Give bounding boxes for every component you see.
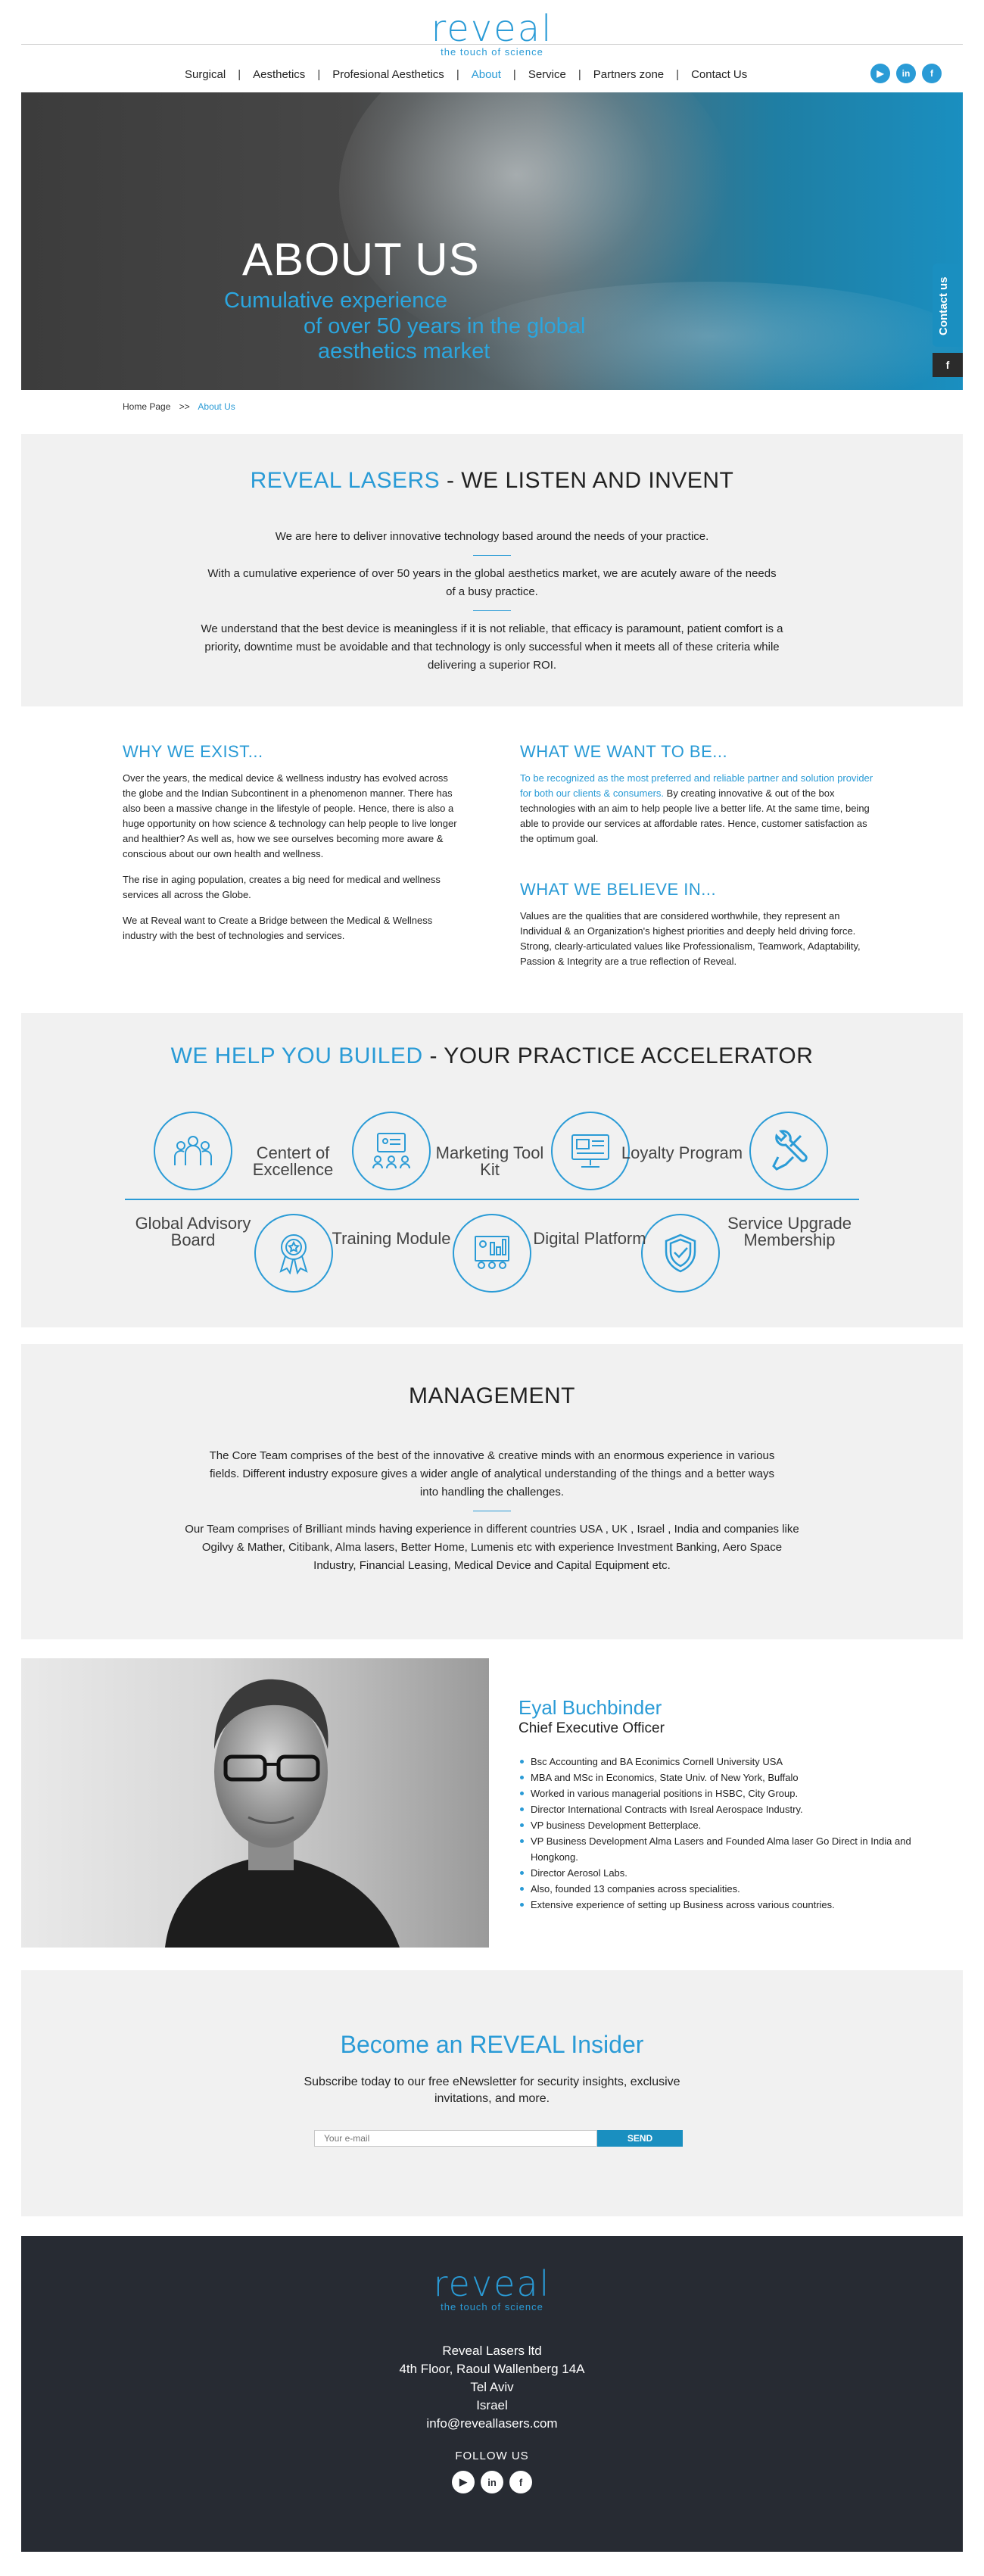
- linkedin-icon[interactable]: in: [896, 64, 916, 83]
- ceo-bio-item: VP business Development Betterplace.: [518, 1817, 912, 1833]
- hero-banner: ABOUT US Cumulative experience of over 5…: [21, 92, 963, 390]
- nav-contact-us[interactable]: Contact Us: [679, 68, 759, 81]
- ceo-bio-item: Director International Contracts with Is…: [518, 1801, 912, 1817]
- award-icon: [254, 1214, 333, 1293]
- nav-partners-zone[interactable]: Partners zone: [581, 68, 676, 81]
- ceo-bio-item: Extensive experience of setting up Busin…: [518, 1897, 912, 1913]
- what-we-believe: WHAT WE BELIEVE IN... Values are the qua…: [520, 880, 876, 980]
- newsletter-send-button[interactable]: SEND: [597, 2130, 683, 2147]
- network-icon: [352, 1112, 431, 1190]
- nav-surgical[interactable]: Surgical: [173, 68, 238, 81]
- breadcrumb-current: About Us: [198, 401, 235, 412]
- footer-company: Reveal Lasers ltd: [442, 2344, 542, 2358]
- footer-email[interactable]: info@reveallasers.com: [21, 2415, 963, 2433]
- intro-title: REVEAL LASERS - WE LISTEN AND INVENT: [250, 468, 734, 493]
- logo-tagline: the touch of science: [441, 46, 543, 58]
- header-social: ▶ in f: [870, 64, 942, 83]
- management-paragraph-2: Our Team comprises of Brilliant minds ha…: [185, 1523, 799, 1572]
- label-loyalty-program: Loyalty Program: [621, 1143, 743, 1162]
- footer-logo[interactable]: reveal the touch of science: [416, 2266, 568, 2312]
- want-paragraph: To be recognized as the most preferred a…: [520, 772, 873, 844]
- label-digital-platform: Digital Platform: [533, 1229, 646, 1248]
- breadcrumb: Home Page >> About Us: [123, 401, 235, 412]
- site-header: reveal the touch of science Surgical | Ae…: [0, 0, 984, 91]
- team-icon: [154, 1112, 232, 1190]
- why-paragraph-1: Over the years, the medical device & wel…: [123, 772, 457, 859]
- footer-street: 4th Floor, Raoul Wallenberg 14A: [399, 2362, 585, 2376]
- believe-paragraph: Values are the qualities that are consid…: [520, 910, 861, 967]
- ceo-bio-item: Worked in various managerial positions i…: [518, 1785, 912, 1801]
- ceo-bio-item: Director Aerosol Labs.: [518, 1865, 912, 1881]
- accelerator-title: WE HELP YOU BUILED - YOUR PRACTICE ACCEL…: [170, 1043, 814, 1068]
- want-title: WHAT WE WANT TO BE...: [520, 742, 728, 761]
- facebook-icon[interactable]: f: [509, 2471, 532, 2493]
- header-divider: [21, 44, 963, 45]
- intro-section: REVEAL LASERS - WE LISTEN AND INVENT We …: [21, 434, 963, 706]
- hero-title: ABOUT US: [242, 234, 480, 285]
- believe-title: WHAT WE BELIEVE IN...: [520, 880, 717, 899]
- management-title: MANAGEMENT: [408, 1383, 575, 1408]
- nav-aesthetics[interactable]: Aesthetics: [241, 68, 317, 81]
- hero-subtitle-line-2: of over 50 years in the global: [304, 314, 586, 338]
- ceo-bio-item: MBA and MSc in Economics, State Univ. of…: [518, 1770, 912, 1785]
- footer-address: Reveal Lasers ltd 4th Floor, Raoul Walle…: [21, 2342, 963, 2433]
- breadcrumb-home[interactable]: Home Page: [123, 401, 170, 412]
- ceo-name: Eyal Buchbinder: [518, 1696, 662, 1719]
- intro-paragraph-2: With a cumulative experience of over 50 …: [207, 567, 777, 598]
- accelerator-timeline: [125, 1199, 859, 1200]
- shield-check-icon: [641, 1214, 720, 1293]
- youtube-icon[interactable]: ▶: [870, 64, 890, 83]
- ceo-bio-item: VP Business Development Alma Lasers and …: [518, 1833, 912, 1865]
- facebook-tab-icon[interactable]: f: [933, 353, 963, 377]
- facebook-icon[interactable]: f: [922, 64, 942, 83]
- tools-icon: [749, 1112, 828, 1190]
- footer-social: ▶ in f: [452, 2471, 532, 2493]
- contact-us-tab[interactable]: Contact us: [933, 264, 963, 347]
- ceo-role: Chief Executive Officer: [518, 1720, 665, 1736]
- label-center-of-excellence: Centert of Excellence: [252, 1143, 334, 1179]
- why-title: WHY WE EXIST...: [123, 742, 263, 761]
- newsletter-section: Become an REVEAL Insider Subscribe today…: [21, 1970, 963, 2216]
- why-paragraph-2: The rise in aging population, creates a …: [123, 874, 441, 900]
- intro-paragraph-3: We understand that the best device is me…: [201, 622, 783, 672]
- label-marketing-tool-kit: Marketing Tool Kit: [435, 1143, 544, 1179]
- why-we-exist: WHY WE EXIST... Over the years, the medi…: [123, 742, 463, 954]
- linkedin-icon[interactable]: in: [481, 2471, 503, 2493]
- footer-follow-label: FOLLOW US: [455, 2450, 529, 2462]
- hero-subtitle-line-1: Cumulative experience: [224, 288, 447, 313]
- newsletter-email-input[interactable]: [314, 2130, 597, 2147]
- label-global-advisory-board: Global Advisory Board: [135, 1214, 251, 1249]
- label-training-module: Training Module: [332, 1229, 451, 1248]
- logo-word: reveal: [431, 8, 553, 50]
- what-we-want: WHAT WE WANT TO BE... To be recognized a…: [520, 742, 876, 857]
- site-footer: reveal the touch of science Reveal Laser…: [21, 2236, 963, 2552]
- ceo-bio-list: Bsc Accounting and BA Econimics Cornell …: [518, 1754, 912, 1913]
- label-service-upgrade-membership: Service Upgrade Membership: [727, 1214, 852, 1249]
- ceo-bio-item: Also, founded 13 companies across specia…: [518, 1881, 912, 1897]
- newsletter-title: Become an REVEAL Insider: [340, 2031, 644, 2058]
- intro-paragraph-1: We are here to deliver innovative techno…: [275, 530, 709, 543]
- nav-service[interactable]: Service: [516, 68, 578, 81]
- footer-country: Israel: [476, 2398, 508, 2412]
- ceo-bio-item: Bsc Accounting and BA Econimics Cornell …: [518, 1754, 912, 1770]
- contact-us-tab-label: Contact us: [937, 276, 950, 335]
- management-section: MANAGEMENT The Core Team comprises of th…: [21, 1344, 963, 1639]
- training-icon: [453, 1214, 531, 1293]
- nav-about[interactable]: About: [459, 68, 513, 81]
- management-paragraph-1: The Core Team comprises of the best of t…: [209, 1449, 775, 1499]
- main-nav: Surgical | Aesthetics | Profesional Aesthe…: [173, 68, 759, 81]
- footer-city: Tel Aviv: [470, 2380, 514, 2394]
- ceo-photo: [21, 1658, 489, 1948]
- why-paragraph-3: We at Reveal want to Create a Bridge bet…: [123, 915, 433, 941]
- hero-subtitle-line-3: aesthetics market: [318, 339, 490, 363]
- logo[interactable]: reveal the touch of science: [420, 11, 564, 58]
- nav-profesional-aesthetics[interactable]: Profesional Aesthetics: [320, 68, 456, 81]
- newsletter-text: Subscribe today to our free eNewsletter …: [304, 2075, 680, 2105]
- youtube-icon[interactable]: ▶: [452, 2471, 475, 2493]
